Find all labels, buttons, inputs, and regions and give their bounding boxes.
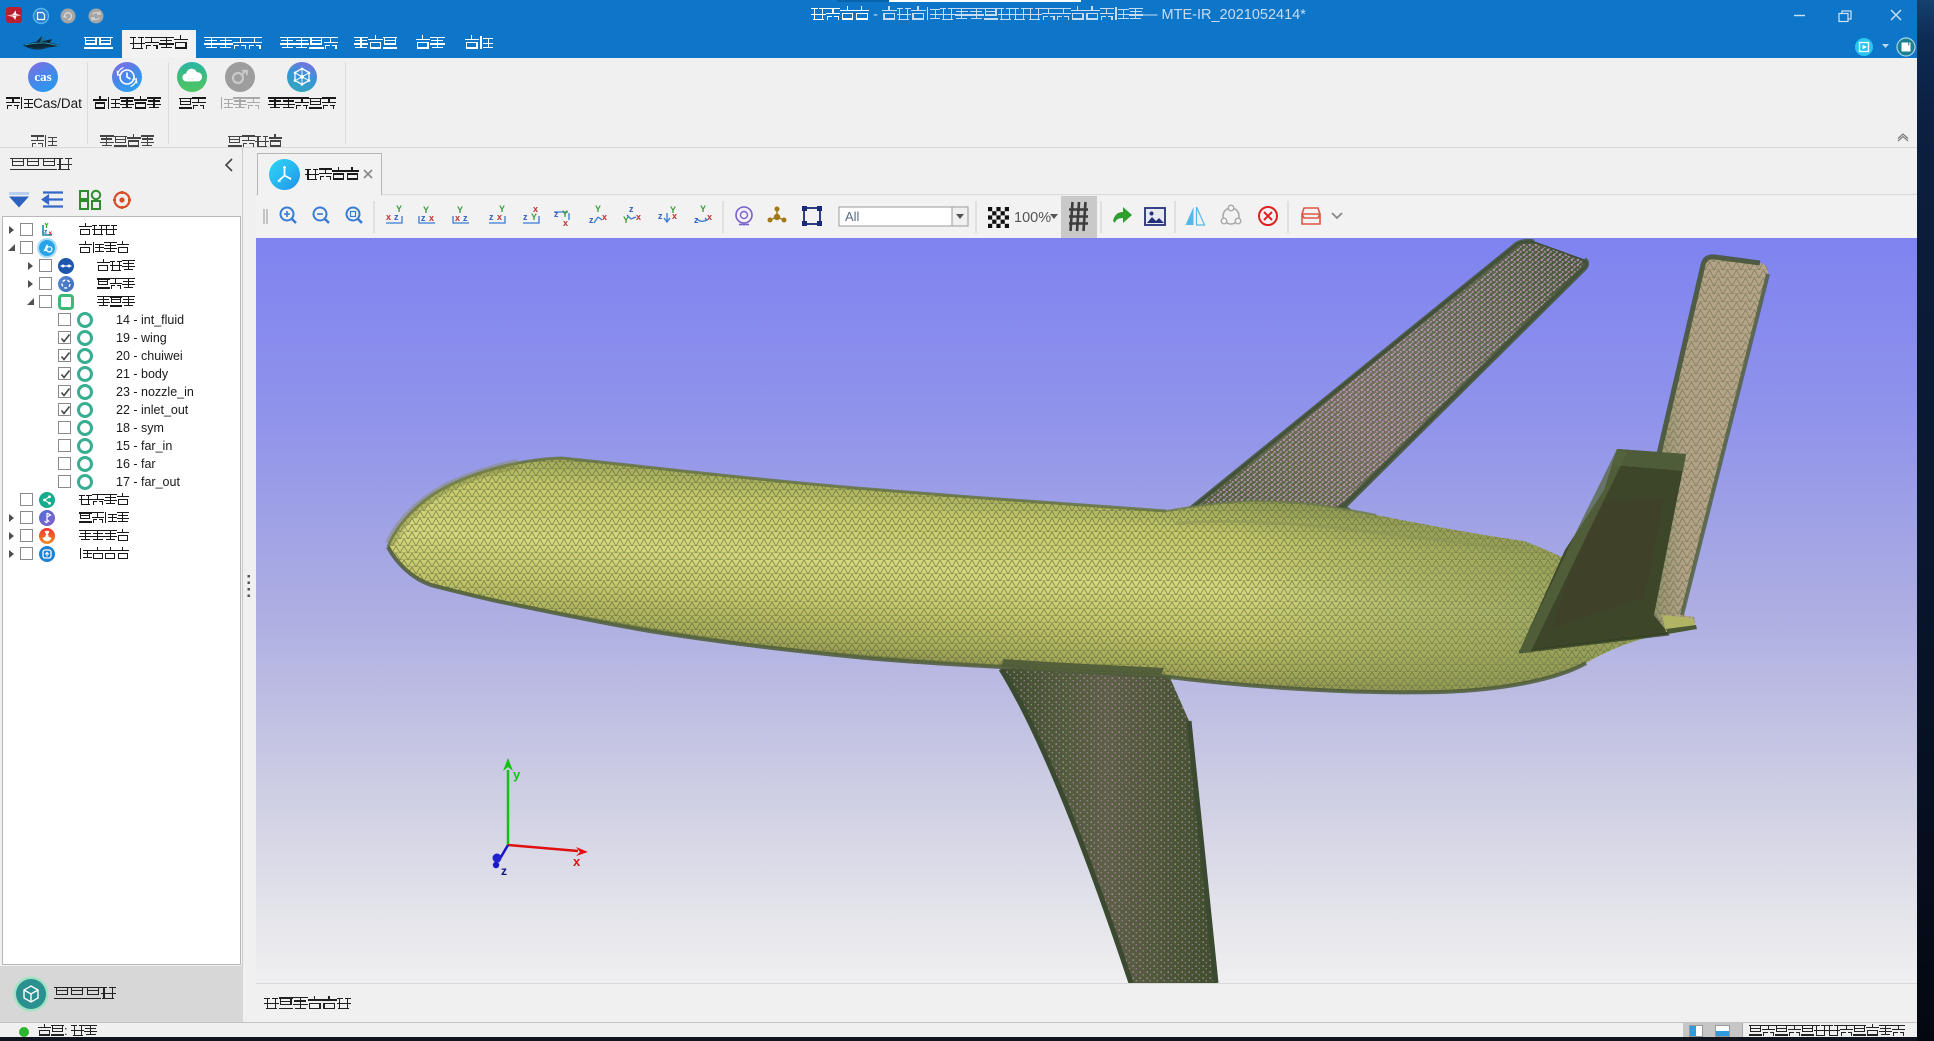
svg-text:x: x	[707, 212, 712, 222]
svg-text:z: z	[463, 213, 468, 223]
svg-text:x: x	[49, 230, 53, 237]
svg-text:x: x	[602, 212, 607, 222]
svg-text:Y: Y	[623, 215, 629, 225]
svg-text:100%: 100%	[1014, 210, 1051, 226]
svg-text:z: z	[523, 212, 528, 222]
svg-text:x: x	[386, 212, 391, 222]
svg-text:Y: Y	[423, 205, 429, 215]
svg-text:x: x	[563, 218, 568, 228]
svg-text:y: y	[513, 767, 521, 782]
svg-text:Y: Y	[499, 204, 505, 214]
svg-text:z: z	[489, 212, 494, 222]
svg-text:z: z	[589, 215, 594, 225]
svg-text:x: x	[533, 204, 538, 214]
svg-text:z: z	[629, 204, 634, 214]
svg-text:Y: Y	[670, 205, 676, 215]
svg-text:All: All	[845, 209, 860, 224]
svg-text:x: x	[573, 854, 581, 869]
svg-text:Y: Y	[396, 204, 402, 214]
svg-text:Y: Y	[700, 204, 706, 214]
svg-text:z: z	[658, 211, 663, 221]
svg-text:z: z	[554, 209, 559, 219]
svg-text:Y: Y	[595, 204, 601, 214]
svg-text:z: z	[501, 864, 507, 878]
svg-text:x: x	[636, 212, 641, 222]
svg-text:Y: Y	[457, 205, 463, 215]
svg-text:z: z	[694, 215, 699, 225]
svg-text:x: x	[429, 213, 434, 223]
